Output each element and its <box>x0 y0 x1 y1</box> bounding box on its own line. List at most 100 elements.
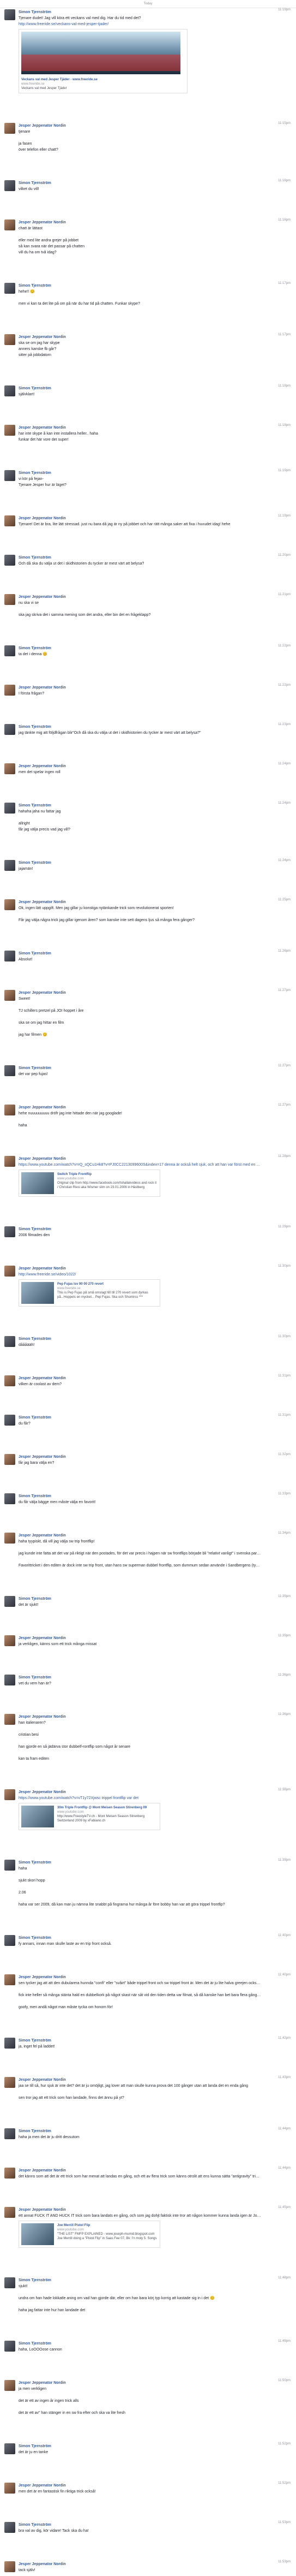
avatar[interactable] <box>4 1635 15 1646</box>
avatar[interactable] <box>4 2038 15 2049</box>
avatar[interactable] <box>4 1675 15 1685</box>
avatar[interactable] <box>4 2483 15 2494</box>
avatar[interactable] <box>4 1493 15 1504</box>
avatar[interactable] <box>4 2522 15 2533</box>
preview-title[interactable]: Veckans val med Jesper Tjäder - www.free… <box>21 78 185 82</box>
avatar[interactable] <box>4 555 15 566</box>
author-name[interactable]: Simon Tjernström <box>19 2443 263 2449</box>
author-name[interactable]: Simon Tjernström <box>19 2038 263 2044</box>
link-preview-card[interactable]: Joe Merrill Pistol Flip www.youtube.com "T… <box>19 2221 160 2248</box>
author-name[interactable]: Jesper Jeppenator Nordin <box>19 1789 263 1795</box>
preview-title[interactable]: Switch Triple Frontflip <box>57 1172 158 1177</box>
author-name[interactable]: Simon Tjernström <box>19 803 263 809</box>
author-name[interactable]: Jesper Jeppenator Nordin <box>19 2077 263 2083</box>
author-name[interactable]: Jesper Jeppenator Nordin <box>19 2207 263 2213</box>
message-link[interactable]: https://www.youtube.com/watch?v=rQ_sQCu1… <box>19 1162 261 1168</box>
avatar[interactable] <box>4 515 15 526</box>
avatar[interactable] <box>4 334 15 345</box>
avatar[interactable] <box>4 1375 15 1386</box>
author-name[interactable]: Jesper Jeppenator Nordin <box>19 123 263 129</box>
author-name[interactable]: Jesper Jeppenator Nordin <box>19 1714 263 1720</box>
avatar[interactable] <box>4 2443 15 2454</box>
avatar[interactable] <box>4 123 15 134</box>
avatar[interactable] <box>4 425 15 436</box>
avatar[interactable] <box>4 2561 15 2572</box>
avatar[interactable] <box>4 2128 15 2139</box>
avatar[interactable] <box>4 951 15 961</box>
author-name[interactable]: Simon Tjernström <box>19 470 263 476</box>
author-name[interactable]: Jesper Jeppenator Nordin <box>19 425 263 431</box>
author-name[interactable]: Simon Tjernström <box>19 2128 263 2134</box>
author-name[interactable]: Jesper Jeppenator Nordin <box>19 1156 263 1162</box>
author-name[interactable]: Jesper Jeppenator Nordin <box>19 2483 263 2489</box>
author-name[interactable]: Simon Tjernström <box>19 1065 263 1071</box>
avatar[interactable] <box>4 470 15 481</box>
author-name[interactable]: Simon Tjernström <box>19 1336 263 1342</box>
author-name[interactable]: Simon Tjernström <box>19 2522 263 2528</box>
avatar[interactable] <box>4 1266 15 1277</box>
avatar[interactable] <box>4 2341 15 2352</box>
avatar[interactable] <box>4 1533 15 1544</box>
author-name[interactable]: Simon Tjernström <box>19 1226 263 1232</box>
avatar[interactable] <box>4 219 15 230</box>
author-name[interactable]: Simon Tjernström <box>19 180 263 186</box>
author-name[interactable]: Jesper Jeppenator Nordin <box>19 219 263 225</box>
author-name[interactable]: Jesper Jeppenator Nordin <box>19 2561 263 2567</box>
author-name[interactable]: Simon Tjernström <box>19 1935 263 1941</box>
preview-title[interactable]: 30m Triple Frontflip @ Mont Meisen Seaso… <box>57 1806 158 1810</box>
preview-title[interactable]: Joe Merrill Pistol Flip <box>57 2223 158 2228</box>
author-name[interactable]: Simon Tjernström <box>19 2341 263 2347</box>
avatar[interactable] <box>4 1860 15 1871</box>
avatar[interactable] <box>4 2380 15 2391</box>
link-preview-card[interactable]: Pep Fujas lsv 90 00 270 revert www.freeri… <box>19 1279 160 1307</box>
avatar[interactable] <box>4 9 15 20</box>
author-name[interactable]: Jesper Jeppenator Nordin <box>19 1454 263 1460</box>
avatar[interactable] <box>4 990 15 1001</box>
preview-title[interactable]: Pep Fujas lsv 90 00 270 revert <box>57 1282 158 1286</box>
author-name[interactable]: Jesper Jeppenator Nordin <box>19 990 263 996</box>
avatar[interactable] <box>4 2207 15 2218</box>
author-name[interactable]: Simon Tjernström <box>19 2277 263 2283</box>
avatar[interactable] <box>4 1065 15 1076</box>
author-name[interactable]: Simon Tjernström <box>19 1493 263 1499</box>
avatar[interactable] <box>4 2077 15 2088</box>
avatar[interactable] <box>4 860 15 871</box>
message-link[interactable]: http://www.freeride.se/veckans-val-med-j… <box>19 21 261 27</box>
author-name[interactable]: Simon Tjernström <box>19 724 263 730</box>
author-name[interactable]: Simon Tjernström <box>19 1596 263 1602</box>
author-name[interactable]: Jesper Jeppenator Nordin <box>19 685 263 691</box>
author-name[interactable]: Simon Tjernström <box>19 385 263 391</box>
avatar[interactable] <box>4 283 15 294</box>
avatar[interactable] <box>4 180 15 191</box>
avatar[interactable] <box>4 1714 15 1725</box>
avatar[interactable] <box>4 645 15 656</box>
author-name[interactable]: Simon Tjernström <box>19 951 263 957</box>
author-name[interactable]: Jesper Jeppenator Nordin <box>19 1974 263 1980</box>
avatar[interactable] <box>4 594 15 605</box>
author-name[interactable]: Jesper Jeppenator Nordin <box>19 1533 263 1539</box>
author-name[interactable]: Jesper Jeppenator Nordin <box>19 594 263 600</box>
avatar[interactable] <box>4 1596 15 1607</box>
author-name[interactable]: Jesper Jeppenator Nordin <box>19 763 263 769</box>
author-name[interactable]: Jesper Jeppenator Nordin <box>19 899 263 905</box>
author-name[interactable]: Jesper Jeppenator Nordin <box>19 515 263 521</box>
link-preview-card[interactable]: Switch Triple Frontflip www.youtube.com Or… <box>19 1170 160 1197</box>
avatar[interactable] <box>4 1974 15 1985</box>
avatar[interactable] <box>4 724 15 735</box>
author-name[interactable]: Simon Tjernström <box>19 283 263 289</box>
link-preview-card[interactable]: Veckans val med Jesper Tjäder - www.free… <box>19 29 188 93</box>
avatar[interactable] <box>4 803 15 814</box>
author-name[interactable]: Jesper Jeppenator Nordin <box>19 1375 263 1381</box>
message-link[interactable]: http://www.freeride.se/video/1022/ <box>19 1272 261 1278</box>
avatar[interactable] <box>4 1156 15 1167</box>
avatar[interactable] <box>4 385 15 396</box>
avatar[interactable] <box>4 1789 15 1800</box>
author-name[interactable]: Jesper Jeppenator Nordin <box>19 1266 263 1272</box>
avatar[interactable] <box>4 899 15 910</box>
author-name[interactable]: Simon Tjernström <box>19 1415 263 1421</box>
author-name[interactable]: Jesper Jeppenator Nordin <box>19 334 263 340</box>
author-name[interactable]: Simon Tjernström <box>19 1860 263 1866</box>
link-preview-card[interactable]: 30m Triple Frontflip @ Mont Meisen Seaso… <box>19 1803 160 1830</box>
avatar[interactable] <box>4 1226 15 1237</box>
author-name[interactable]: Simon Tjernström <box>19 860 263 866</box>
